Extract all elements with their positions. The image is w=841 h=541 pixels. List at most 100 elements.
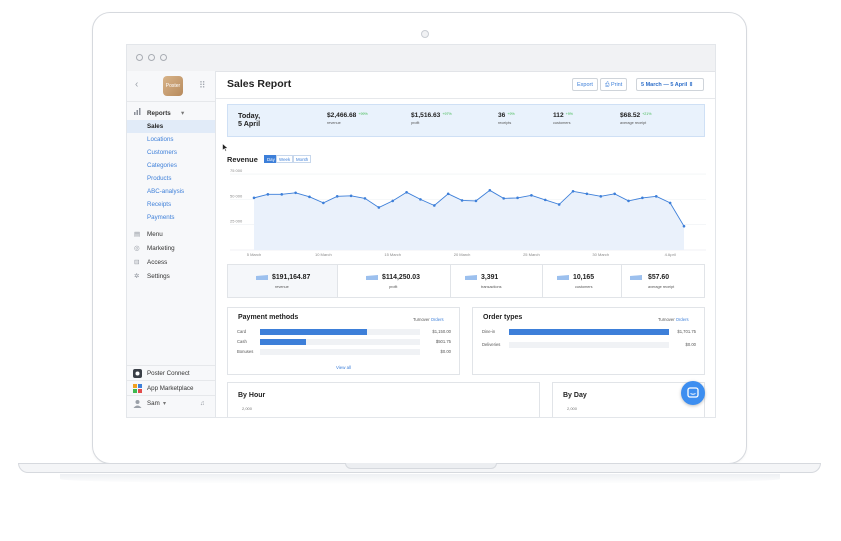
sidebar-item-label: Categories: [147, 162, 177, 169]
sidebar-item-label: ABC-analysis: [147, 188, 185, 195]
data-point: [474, 199, 478, 203]
chat-support-button[interactable]: [681, 381, 705, 405]
summary-avg-receipt-label: average receipt: [620, 121, 647, 125]
row-value: $1,150.00: [432, 329, 451, 334]
sidebar-item-payments[interactable]: Payments: [127, 211, 215, 224]
data-point: [433, 204, 436, 207]
sidebar-item-label: Access: [147, 259, 168, 266]
x-tick-label: 4 April: [665, 252, 676, 257]
row-label: Deliveries: [482, 342, 501, 347]
stat-value: 3,391: [481, 274, 499, 281]
bar-track: [509, 329, 669, 335]
bar-fill: [260, 339, 307, 345]
stat-value: $57.60: [648, 274, 670, 281]
data-point: [391, 199, 395, 203]
today-summary: Today, 5 April $2,466.68 +99% revenue $1,…: [227, 104, 705, 137]
chevron-left-icon[interactable]: ‹: [135, 79, 138, 90]
row-label: Bonuses: [237, 349, 254, 354]
stat-value: $114,250.03: [382, 274, 420, 281]
x-tick-label: 20 March: [454, 252, 471, 257]
data-point: [266, 193, 270, 196]
print-button[interactable]: ⎙ Print: [600, 78, 628, 91]
stat-average-receipt[interactable]: $57.60 average receipt: [622, 265, 704, 297]
data-point: [335, 195, 339, 198]
date-range-picker[interactable]: 5 March — 5 April ⇕: [636, 78, 704, 91]
stat-value: $191,164.87: [272, 274, 311, 281]
app-marketplace-item[interactable]: App Marketplace: [127, 380, 215, 396]
sidebar-item-label: Locations: [147, 136, 174, 143]
bar-fill: [509, 329, 669, 335]
sidebar-item-access[interactable]: ⊟ Access: [127, 256, 215, 269]
data-point: [502, 197, 505, 200]
sidebar-item-menu[interactable]: ▤ Menu: [127, 228, 215, 241]
axis-tick: 2,000: [242, 406, 253, 411]
maximize-window-button[interactable]: [160, 54, 167, 61]
data-point: [530, 194, 533, 197]
stat-profit[interactable]: $114,250.03 profit: [338, 265, 451, 297]
change-badge: +9%: [507, 112, 515, 116]
user-menu[interactable]: Sam ▾ ♫: [127, 395, 215, 414]
sidebar-item-abc-analysis[interactable]: ABC-analysis: [127, 185, 215, 198]
card-title: Order types: [483, 314, 523, 321]
sidebar-item-sales[interactable]: Sales: [127, 120, 215, 133]
stat-label: customers: [575, 285, 593, 289]
bar-fill: [260, 329, 368, 335]
grid-icon[interactable]: ⠿: [199, 80, 206, 91]
sidebar-item-label: Products: [147, 175, 172, 182]
flag-icon: [465, 275, 477, 280]
tab-week[interactable]: Week: [276, 155, 294, 163]
close-window-button[interactable]: [136, 54, 143, 61]
data-point: [654, 195, 658, 198]
target-icon: ◎: [134, 245, 140, 252]
x-tick-label: 10 March: [315, 252, 332, 257]
data-point: [419, 198, 422, 201]
header-divider: [216, 98, 715, 99]
data-point: [294, 191, 297, 195]
order-row-dine-in: Dine-in $1,701.75: [473, 328, 704, 335]
marketplace-icon: [133, 384, 142, 393]
sidebar-item-customers[interactable]: Customers: [127, 146, 215, 159]
data-point: [543, 198, 547, 202]
payment-row-card: Card $1,150.00: [228, 328, 459, 335]
data-point: [488, 188, 492, 192]
summary-revenue-value: $2,466.68 +99%: [327, 112, 368, 119]
export-button[interactable]: Export: [572, 78, 598, 91]
stat-transactions[interactable]: 3,391 transactions: [451, 265, 543, 297]
summary-avg-receipt-value: $68.52 +21%: [620, 112, 651, 119]
summary-profit-label: profit: [411, 121, 420, 125]
stat-revenue[interactable]: $191,164.87 revenue: [228, 265, 338, 297]
value: $2,466.68: [327, 112, 357, 119]
bar-track: [260, 329, 420, 335]
summary-receipts-label: receipts: [498, 121, 512, 125]
sidebar-item-products[interactable]: Products: [127, 172, 215, 185]
tab-month[interactable]: Month: [293, 155, 312, 163]
summary-revenue-label: revenue: [327, 121, 341, 125]
turnover-link[interactable]: Turnover: [658, 317, 675, 322]
sidebar-item-settings[interactable]: ✲ Settings: [127, 270, 215, 283]
sidebar-item-label: Menu: [147, 231, 163, 238]
stat-customers[interactable]: 10,165 customers: [543, 265, 622, 297]
x-tick-label: 30 March: [592, 252, 609, 257]
sidebar-item-reports[interactable]: Reports ▾: [127, 107, 215, 120]
bell-icon[interactable]: ♫: [200, 396, 205, 411]
summary-today: Today, 5 April: [238, 112, 260, 128]
summary-receipts-value: 36 +9%: [498, 112, 515, 119]
sidebar-item-receipts[interactable]: Receipts: [127, 198, 215, 211]
poster-connect-item[interactable]: Poster Connect: [127, 365, 215, 381]
sidebar-item-marketing[interactable]: ◎ Marketing: [127, 242, 215, 255]
minimize-window-button[interactable]: [148, 54, 155, 61]
payment-row-bonuses: Bonuses $0.00: [228, 348, 459, 355]
view-all-link[interactable]: View all: [228, 365, 459, 370]
sidebar-item-label: Reports: [147, 110, 171, 117]
orders-link[interactable]: Orders: [676, 317, 689, 322]
user-name: Sam: [147, 400, 160, 407]
sidebar-item-categories[interactable]: Categories: [127, 159, 215, 172]
sidebar-item-locations[interactable]: Locations: [127, 133, 215, 146]
data-point: [571, 189, 575, 193]
orders-link[interactable]: Orders: [431, 317, 444, 322]
turnover-link[interactable]: Turnover: [413, 317, 430, 322]
card-title: Payment methods: [238, 314, 299, 321]
data-point: [613, 192, 616, 196]
card-title: By Day: [563, 392, 587, 399]
card-toggle: Turnover Orders: [413, 317, 444, 322]
